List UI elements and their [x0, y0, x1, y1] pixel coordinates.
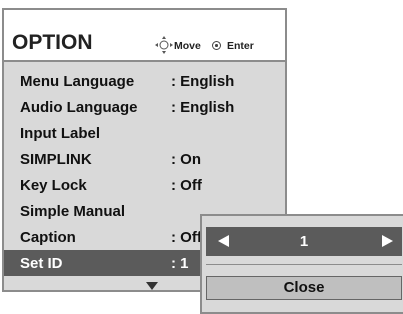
menu-item-value: : On: [171, 151, 201, 168]
set-id-value: 1: [299, 233, 309, 250]
menu-item-key-lock[interactable]: Key Lock : Off: [4, 172, 285, 198]
move-hint: Move: [174, 40, 201, 52]
menu-item-audio-language[interactable]: Audio Language : English: [4, 94, 285, 120]
close-button[interactable]: Close: [206, 276, 402, 300]
menu-item-label: Input Label: [20, 125, 100, 142]
scroll-down-icon[interactable]: [146, 282, 158, 290]
menu-item-value: : English: [171, 99, 235, 116]
menu-header: OPTION Move Enter: [4, 10, 285, 62]
set-id-spinner[interactable]: 1: [206, 227, 402, 256]
menu-item-input-label[interactable]: Input Label: [4, 120, 285, 146]
menu-item-value: : 1: [171, 255, 189, 272]
menu-title: OPTION: [12, 31, 93, 54]
menu-item-label: SIMPLINK: [20, 151, 92, 168]
popup-divider: [206, 264, 402, 265]
menu-item-label: Key Lock: [20, 177, 87, 194]
menu-item-menu-language[interactable]: Menu Language : English: [4, 68, 285, 94]
enter-hint: Enter: [227, 40, 254, 52]
menu-item-value: : Off: [171, 229, 202, 246]
menu-item-label: Menu Language: [20, 73, 135, 90]
menu-item-label: Caption: [20, 229, 76, 246]
menu-item-value: : English: [171, 73, 235, 90]
enter-circle-icon: [212, 41, 221, 50]
right-triangle-icon[interactable]: [382, 235, 393, 247]
menu-item-label: Set ID: [20, 255, 63, 272]
menu-item-value: : Off: [171, 177, 202, 194]
menu-item-label: Simple Manual: [20, 203, 126, 220]
menu-item-simplink[interactable]: SIMPLINK : On: [4, 146, 285, 172]
menu-item-label: Audio Language: [20, 99, 138, 116]
four-way-arrow-icon: [155, 36, 173, 54]
set-id-popup: 1 Close: [200, 214, 403, 314]
